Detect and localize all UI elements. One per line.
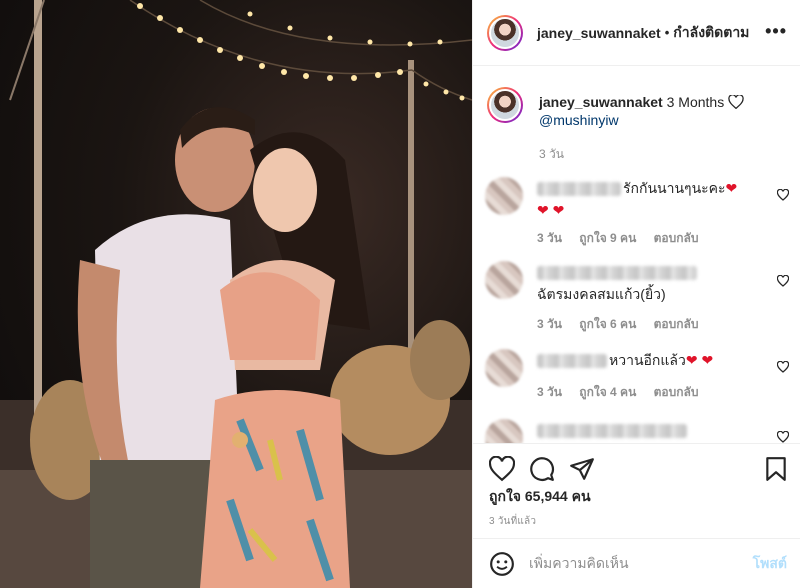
comment-input[interactable]: เพิ่มความคิดเห็น bbox=[529, 553, 753, 575]
commenter-avatar[interactable] bbox=[485, 349, 523, 387]
like-comment-icon[interactable] bbox=[777, 275, 789, 287]
reply-button[interactable]: ตอบกลับ bbox=[654, 385, 699, 399]
likes-count[interactable]: ถูกใจ 65,944 คน bbox=[489, 486, 591, 508]
heart-emoji: ❤ bbox=[725, 180, 738, 196]
comment-time: 3 วัน bbox=[537, 231, 562, 245]
comment-icon[interactable] bbox=[529, 456, 555, 482]
comment-likes[interactable]: ถูกใจ 6 คน bbox=[579, 317, 636, 331]
comment-time: 3 วัน bbox=[537, 385, 562, 399]
like-comment-icon[interactable] bbox=[777, 361, 789, 373]
post-comment-button[interactable]: โพสต์ bbox=[753, 553, 787, 575]
caption-avatar[interactable] bbox=[487, 87, 523, 123]
reply-button[interactable]: ตอบกลับ bbox=[654, 317, 699, 331]
more-options-icon[interactable]: ••• bbox=[765, 22, 787, 40]
photo-scene bbox=[0, 0, 472, 588]
comment-time: 3 วัน bbox=[537, 317, 562, 331]
like-comment-icon[interactable] bbox=[777, 189, 789, 201]
caption-text: 3 Months bbox=[666, 94, 725, 110]
comment-text: หวานอีกแล้ว bbox=[609, 352, 686, 368]
post-actions: ถูกใจ 65,944 คน 3 วันที่แล้ว bbox=[473, 443, 800, 543]
comments-list[interactable]: janey_suwannaket 3 Months @mushinyiw 3 ว… bbox=[473, 67, 800, 443]
commenter-username-blurred[interactable] bbox=[537, 354, 607, 369]
comment-text: รักกันนานๆนะคะ bbox=[623, 180, 726, 196]
author-avatar[interactable] bbox=[487, 14, 523, 51]
like-heart-icon[interactable] bbox=[489, 456, 515, 482]
heart-outline-icon bbox=[728, 94, 744, 110]
add-comment-bar: เพิ่มความคิดเห็น โพสต์ bbox=[473, 538, 800, 588]
comment-likes[interactable]: ถูกใจ 9 คน bbox=[579, 231, 636, 245]
caption-username[interactable]: janey_suwannaket bbox=[539, 94, 663, 110]
post-panel: janey_suwannaket • กำลังติดตาม ••• janey… bbox=[472, 0, 800, 588]
commenter-avatar[interactable] bbox=[485, 177, 523, 215]
caption-time: 3 วัน bbox=[539, 147, 564, 161]
emoji-icon[interactable] bbox=[489, 551, 515, 577]
post-photo[interactable] bbox=[0, 0, 472, 588]
commenter-avatar[interactable] bbox=[485, 261, 523, 299]
heart-emoji: ❤ ❤ bbox=[537, 202, 565, 218]
following-button[interactable]: กำลังติดตาม bbox=[673, 22, 749, 44]
comment-likes[interactable]: ถูกใจ 4 คน bbox=[579, 385, 636, 399]
share-icon[interactable] bbox=[569, 456, 595, 482]
bookmark-icon[interactable] bbox=[763, 456, 789, 482]
author-username[interactable]: janey_suwannaket bbox=[537, 25, 661, 41]
commenter-username-blurred[interactable] bbox=[537, 182, 621, 197]
heart-emoji: ❤ ❤ bbox=[685, 352, 714, 368]
commenter-username-blurred[interactable] bbox=[537, 266, 697, 281]
separator-dot: • bbox=[664, 25, 670, 40]
reply-button[interactable]: ตอบกลับ bbox=[654, 231, 699, 245]
commenter-avatar[interactable] bbox=[485, 419, 523, 443]
caption-mention[interactable]: @mushinyiw bbox=[539, 112, 619, 128]
like-comment-icon[interactable] bbox=[777, 431, 789, 443]
commenter-username-blurred[interactable] bbox=[537, 424, 687, 439]
comment-text: ฉัตรมงคลสมแก้ว(ยิ้ว) bbox=[537, 286, 666, 302]
post-header: janey_suwannaket • กำลังติดตาม ••• bbox=[473, 0, 800, 66]
post-time: 3 วันที่แล้ว bbox=[489, 516, 537, 527]
